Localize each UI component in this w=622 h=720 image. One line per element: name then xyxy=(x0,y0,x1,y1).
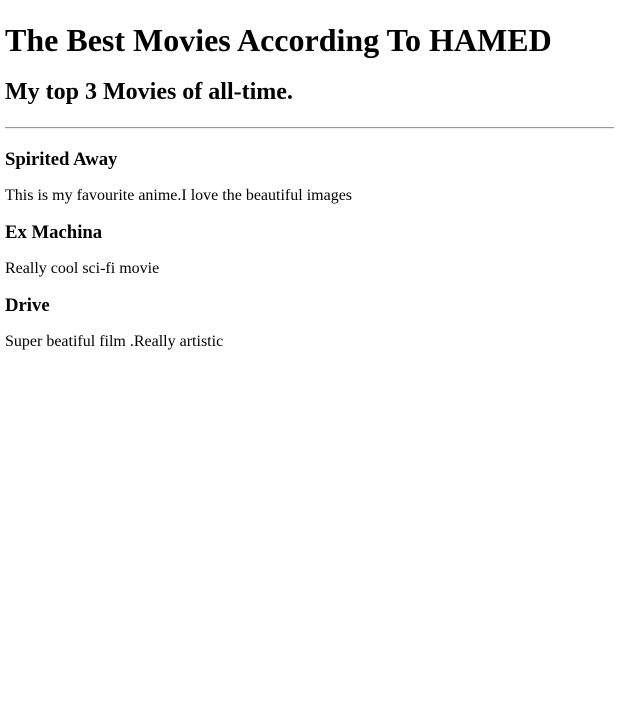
list-item: Drive Super beatiful film .Really artist… xyxy=(5,295,614,351)
movie-list: Spirited Away This is my favourite anime… xyxy=(5,149,614,351)
movie-title: Ex Machina xyxy=(5,222,103,243)
movie-description: Really cool sci-fi movie xyxy=(5,260,160,277)
movie-description: Super beatiful film .Really artistic xyxy=(5,333,224,350)
movie-title: Spirited Away xyxy=(5,149,118,170)
page-title: The Best Movies According To HAMED xyxy=(5,22,552,58)
page-subtitle: My top 3 Movies of all-time. xyxy=(5,79,293,105)
movie-description: This is my favourite anime.I love the be… xyxy=(5,187,353,204)
divider xyxy=(5,127,614,129)
page: The Best Movies According To HAMED My to… xyxy=(0,0,622,351)
list-item: Spirited Away This is my favourite anime… xyxy=(5,149,614,205)
movie-title: Drive xyxy=(5,295,50,316)
list-item: Ex Machina Really cool sci-fi movie xyxy=(5,222,614,278)
